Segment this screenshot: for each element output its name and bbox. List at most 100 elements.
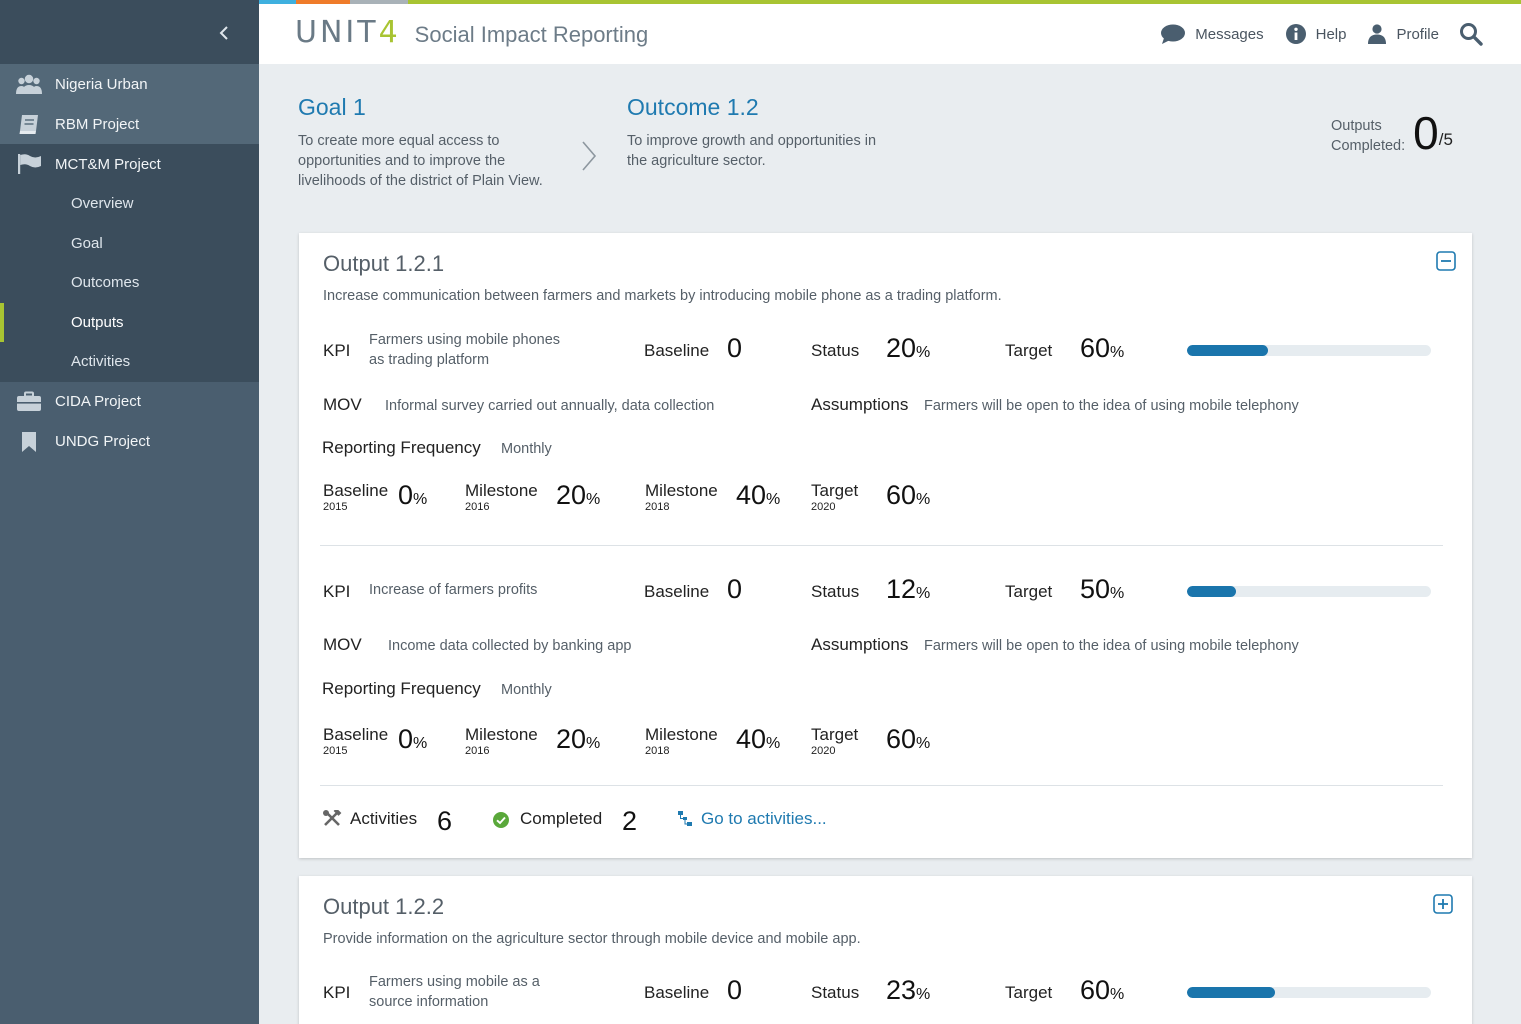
mov-label: MOV [323, 395, 362, 414]
target-label: Target [1005, 983, 1053, 1002]
kpi-progress-bar [1187, 345, 1431, 356]
expand-icon[interactable] [1433, 894, 1453, 914]
goal-title[interactable]: Goal 1 [298, 94, 568, 121]
breadcrumb-outcome: Outcome 1.2 To improve growth and opport… [627, 94, 897, 171]
timeline-milestone-2018-value: 40% [736, 724, 781, 754]
baseline-label: Baseline [644, 582, 710, 601]
kpi-label: KPI [323, 983, 351, 1002]
assumptions-value: Farmers will be open to the idea of usin… [924, 638, 1299, 654]
kpi-label: KPI [323, 341, 351, 360]
briefcase-icon [16, 391, 42, 413]
brand-logo: UNIT4 [295, 15, 401, 50]
outcome-title[interactable]: Outcome 1.2 [627, 94, 897, 121]
output-card: Output 1.2.2 Provide information on the … [299, 876, 1472, 1024]
output-description: Increase communication between farmers a… [323, 288, 1002, 304]
sidebar-item-cida-project[interactable]: CIDA Project [0, 382, 259, 422]
accent-bar-blue [259, 0, 296, 4]
outputs-completed-summary: Outputs Completed: 0 /5 [1331, 110, 1453, 156]
status-label: Status [811, 983, 860, 1002]
sidebar-subitem-outcomes[interactable]: Outcomes [0, 263, 259, 303]
divider [320, 545, 1443, 546]
status-value: 12% [886, 574, 931, 604]
kpi-name: Farmers using mobile phones as trading p… [369, 332, 561, 368]
kpi-progress-bar [1187, 586, 1431, 597]
assumptions-value: Farmers will be open to the idea of usin… [924, 398, 1299, 414]
accent-bar-green [408, 0, 1521, 4]
search-icon [1460, 23, 1483, 46]
chevron-left-icon[interactable] [216, 22, 234, 44]
app-name: Social Impact Reporting [414, 22, 649, 47]
timeline-baseline: Baseline 2015 [323, 481, 389, 513]
sidebar-item-mctm-project[interactable]: MCT&M Project [0, 144, 259, 184]
sidebar-group-mctm: MCT&M Project Overview Goal Outcomes Out… [0, 144, 259, 382]
sidebar-subitem-activities[interactable]: Activities [0, 342, 259, 382]
timeline-milestone-2016: Milestone 2016 [465, 725, 538, 757]
search-button[interactable] [1459, 22, 1483, 46]
chat-bubble-icon [1161, 24, 1186, 44]
sidebar-item-label: RBM Project [55, 115, 140, 133]
completed-label: Completed [520, 809, 603, 828]
profile-label: Profile [1396, 25, 1439, 43]
info-icon [1285, 24, 1306, 44]
baseline-label: Baseline [644, 983, 710, 1002]
mov-value: Informal survey carried out annually, da… [385, 398, 715, 414]
outputs-total: /5 [1438, 130, 1453, 149]
target-value: 50% [1080, 574, 1125, 604]
go-to-activities-link[interactable]: Go to activities... [701, 809, 827, 829]
sidebar-subitem-goal[interactable]: Goal [0, 224, 259, 264]
tools-icon [323, 810, 342, 826]
baseline-value: 0 [727, 574, 743, 604]
sidebar-item-label: MCT&M Project [55, 155, 161, 173]
output-title: Output 1.2.2 [323, 894, 445, 919]
book-icon [16, 113, 42, 135]
mov-label: MOV [323, 635, 362, 654]
chevron-right-icon [582, 141, 597, 171]
check-circle-icon [493, 812, 509, 828]
sidebar-subitem-overview[interactable]: Overview [0, 184, 259, 224]
kpi-label: KPI [323, 582, 351, 601]
top-header: UNIT4 Social Impact Reporting Messages H… [259, 0, 1521, 64]
sidebar-subitem-outputs[interactable]: Outputs [0, 302, 259, 343]
reporting-frequency-label: Reporting Frequency [322, 438, 481, 457]
outputs-completed-count: 0 [1413, 107, 1439, 159]
status-label: Status [811, 341, 860, 360]
sidebar-item-rbm-project[interactable]: RBM Project [0, 104, 259, 144]
sidebar-item-label: Nigeria Urban [55, 75, 148, 93]
main-content: Goal 1 To create more equal access to op… [259, 64, 1521, 1024]
status-value: 23% [886, 975, 931, 1005]
timeline-milestone-2016: Milestone 2016 [465, 481, 538, 513]
help-button[interactable]: Help [1285, 24, 1347, 44]
activities-count: 6 [437, 806, 453, 836]
target-label: Target [1005, 341, 1053, 360]
messages-label: Messages [1195, 25, 1264, 43]
timeline-target: Target 2020 [811, 481, 859, 513]
help-label: Help [1315, 25, 1347, 43]
target-value: 60% [1080, 333, 1125, 363]
profile-button[interactable]: Profile [1368, 24, 1439, 44]
timeline-milestone-2016-value: 20% [556, 480, 601, 510]
sidebar-item-nigeria-urban[interactable]: Nigeria Urban [0, 64, 259, 104]
timeline-milestone-2018: Milestone 2018 [645, 481, 718, 513]
timeline-milestone-2016-value: 20% [556, 724, 601, 754]
timeline-baseline-value: 0% [398, 724, 428, 754]
outcome-description: To improve growth and opportunities in t… [627, 133, 877, 169]
baseline-label: Baseline [644, 341, 710, 360]
timeline-target-value: 60% [886, 724, 931, 754]
status-label: Status [811, 582, 860, 601]
output-description: Provide information on the agriculture s… [323, 931, 861, 947]
divider [320, 785, 1443, 786]
timeline-milestone-2018: Milestone 2018 [645, 725, 718, 757]
assumptions-label: Assumptions [811, 635, 909, 654]
timeline-baseline-value: 0% [398, 480, 428, 510]
timeline-target-value: 60% [886, 480, 931, 510]
app-logo[interactable]: UNIT4 Social Impact Reporting [295, 18, 648, 48]
completed-count: 2 [622, 806, 638, 836]
activities-label: Activities [350, 809, 418, 828]
messages-button[interactable]: Messages [1161, 24, 1264, 44]
collapse-icon[interactable] [1436, 251, 1456, 271]
kpi-progress-fill [1187, 345, 1268, 356]
sidebar-item-undg-project[interactable]: UNDG Project [0, 422, 259, 462]
kpi-progress-fill [1187, 987, 1275, 998]
sidebar: Nigeria Urban RBM Project MCT&M Project … [0, 0, 259, 1024]
assumptions-label: Assumptions [811, 395, 909, 414]
